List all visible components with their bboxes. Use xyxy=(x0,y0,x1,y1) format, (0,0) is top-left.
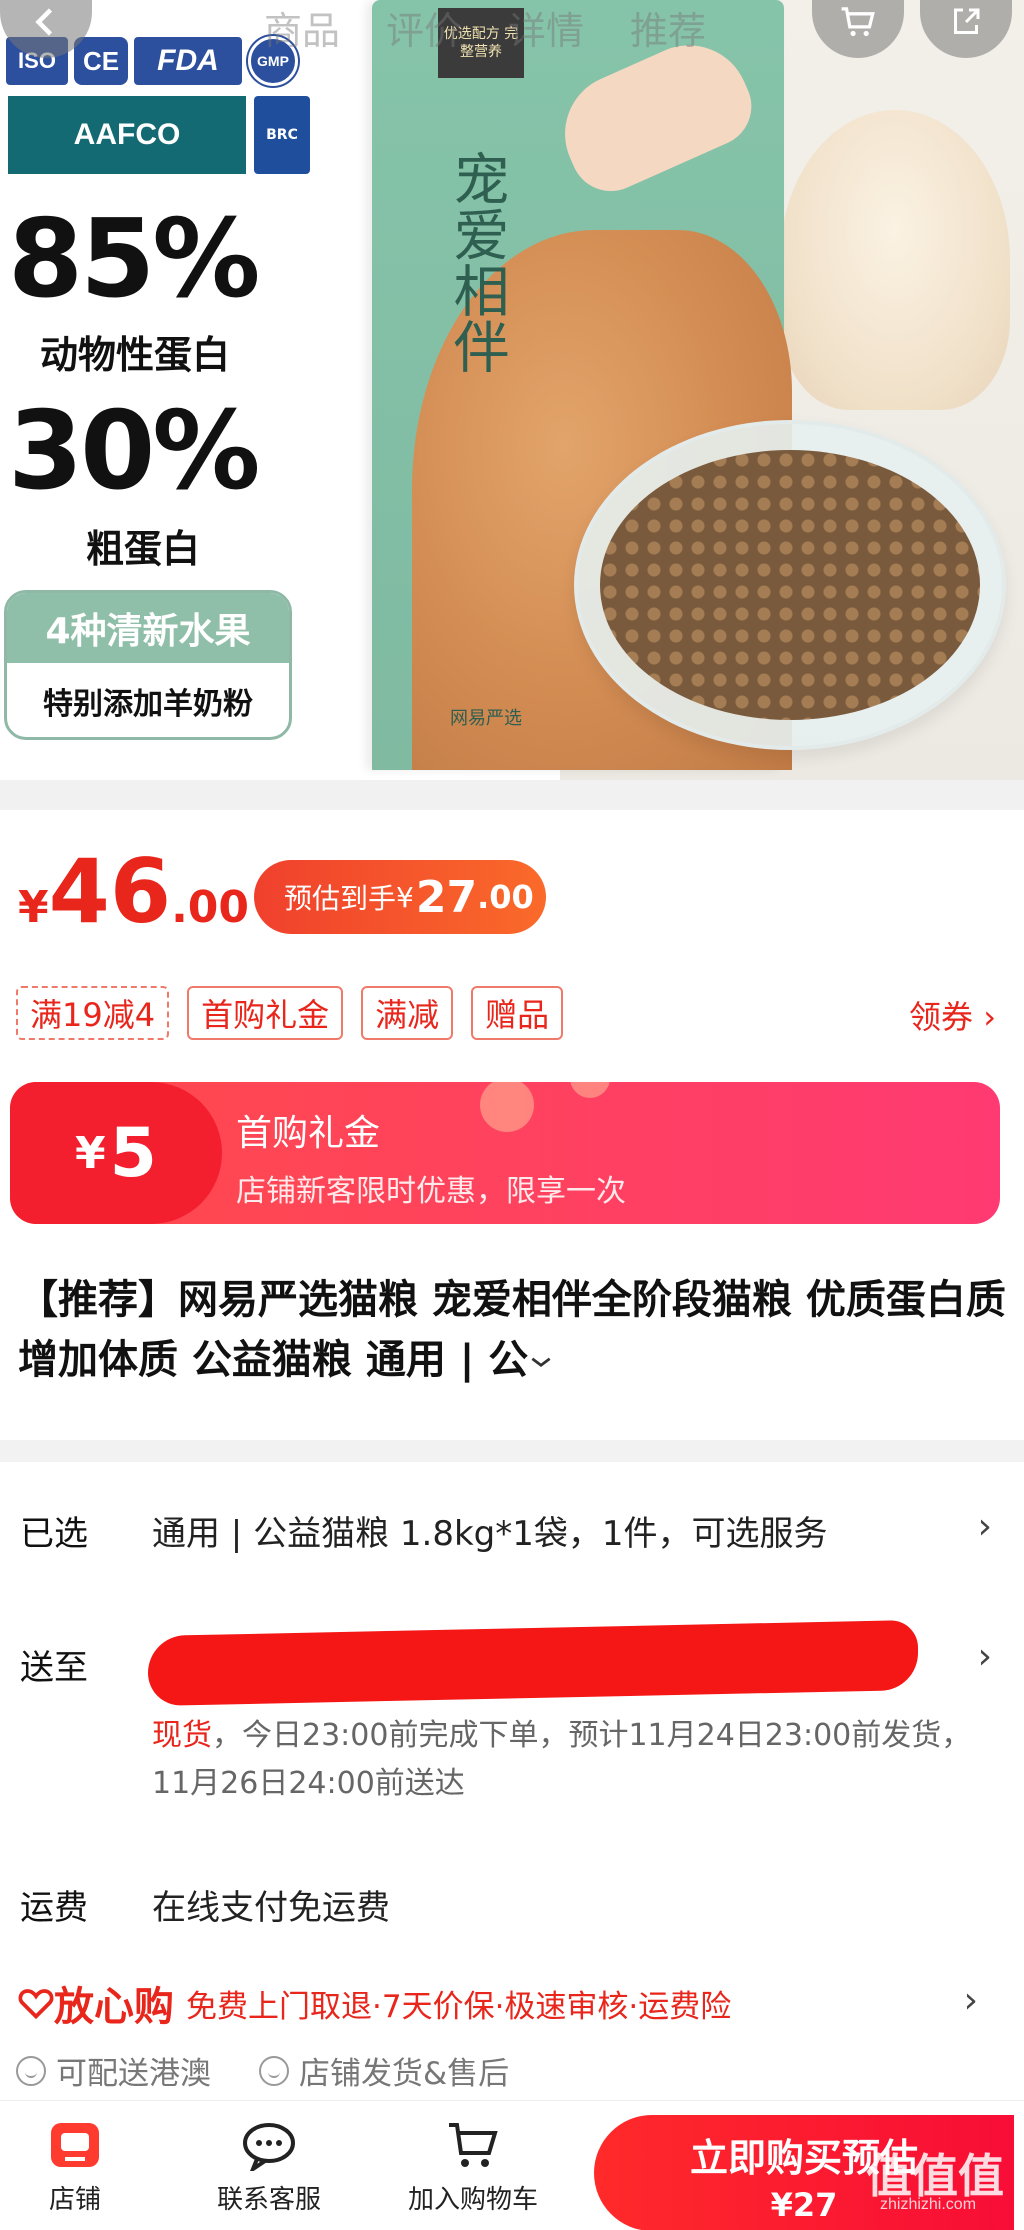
kibble-illustration xyxy=(600,450,980,720)
estimated-price-integer: 27 xyxy=(415,871,478,923)
bag-brand: 网易严选 xyxy=(450,708,522,729)
gift-amount-block: ¥ 5 xyxy=(10,1082,222,1224)
gift-title: 首购礼金 xyxy=(236,1113,381,1154)
estimated-price-currency: ¥ xyxy=(396,880,414,914)
price-decimal: .00 xyxy=(171,882,250,933)
chevron-right-icon: › xyxy=(963,1980,978,2021)
chevron-left-icon xyxy=(35,8,53,36)
fruit-feature-box: 4种清新水果 特别添加羊奶粉 xyxy=(4,590,292,740)
product-title: 【推荐】网易严选猫粮 宠爱相伴全阶段猫粮 优质蛋白质 增加体质 公益猫粮 通用 … xyxy=(18,1277,1006,1383)
assurance-logo: 放心购 xyxy=(18,1974,174,2032)
gift-subtitle: 店铺新客限时优惠，限享一次 xyxy=(236,1174,626,1209)
freight-label: 运费 xyxy=(20,1888,88,1928)
product-hero-image[interactable]: ISO CE FDA GMP AAFCO BRC 85% 动物性蛋白 30% 粗… xyxy=(0,0,1024,810)
brc-badge: BRC xyxy=(254,96,310,174)
tab-recommend[interactable]: 推荐 xyxy=(630,0,706,55)
assurance-text: 免费上门取退·7天价保·极速审核·运费险 xyxy=(186,1988,732,2025)
nav-tabs: 商品 评价 详情 推荐 xyxy=(264,0,706,55)
price-currency: ¥ xyxy=(18,882,49,933)
shop-button[interactable]: 店铺 xyxy=(0,2119,150,2216)
freight-row: 运费 在线支付免运费 xyxy=(0,1880,1024,1940)
freight-value: 在线支付免运费 xyxy=(152,1888,390,1928)
aafco-badge: AAFCO xyxy=(8,96,246,174)
cart-icon xyxy=(449,2123,498,2167)
certification-badges-row2: AAFCO BRC xyxy=(8,96,310,174)
customer-service-button[interactable]: 联系客服 xyxy=(194,2119,344,2216)
stat-animal-protein-value: 85% xyxy=(8,197,261,322)
promo-tag-gift[interactable]: 赠品 xyxy=(471,986,564,1040)
fruit-feature-title: 4种清新水果 xyxy=(7,593,289,663)
estimated-price-label: 预估到手 xyxy=(284,882,397,915)
gift-amount: 5 xyxy=(109,1113,157,1193)
shop-label: 店铺 xyxy=(48,2185,101,2215)
heart-icon xyxy=(18,1989,54,2020)
shipping-estimate-text: ，今日23:00前完成下单，预计11月24日23:00前发货，11月26日24:… xyxy=(152,1718,972,1801)
ship-to-label: 送至 xyxy=(20,1648,88,1688)
cart-icon xyxy=(841,7,875,37)
chevron-down-icon[interactable] xyxy=(528,1352,554,1372)
stat-animal-protein-label: 动物性蛋白 xyxy=(40,333,231,377)
extra-hk-macau: 可配送港澳 xyxy=(16,2048,211,2093)
site-watermark-url: zhizhizhi.com xyxy=(880,2196,977,2213)
selected-label: 已选 xyxy=(20,1514,88,1554)
selected-value: 通用 | 公益猫粮 1.8kg*1袋，1件，可选服务 xyxy=(152,1514,828,1554)
customer-service-label: 联系客服 xyxy=(216,2185,321,2215)
cart-button[interactable] xyxy=(812,0,904,58)
fruit-feature-subtitle: 特别添加羊奶粉 xyxy=(43,687,253,722)
chevron-right-icon: › xyxy=(977,1506,992,1547)
chat-icon xyxy=(243,2123,295,2171)
promo-tag-discount[interactable]: 满19减4 xyxy=(16,986,170,1040)
assurance-logo-text: 放心购 xyxy=(54,1984,174,2030)
stat-crude-protein-value: 30% xyxy=(8,389,261,514)
add-to-cart-button[interactable]: 加入购物车 xyxy=(398,2119,548,2216)
tab-details[interactable]: 详情 xyxy=(508,0,584,55)
section-divider xyxy=(0,1440,1024,1462)
estimated-price-decimal: .00 xyxy=(477,878,534,916)
top-navigation: 商品 评价 详情 推荐 xyxy=(0,0,1024,60)
gift-decoration xyxy=(570,1082,610,1098)
back-button[interactable] xyxy=(0,0,92,58)
hero-bottom-band xyxy=(0,780,1024,810)
selected-spec-row[interactable]: 已选 通用 | 公益猫粮 1.8kg*1袋，1件，可选服务 › xyxy=(0,1506,1024,1586)
service-extras: 可配送港澳 店铺发货&售后 xyxy=(16,2048,509,2093)
share-icon xyxy=(954,8,980,34)
gift-currency: ¥ xyxy=(75,1127,106,1179)
first-purchase-gift-card[interactable]: ¥ 5 首购礼金 店铺新客限时优惠，限享一次 xyxy=(10,1082,1000,1224)
get-coupon-link[interactable]: 领券 › xyxy=(909,992,996,1038)
add-to-cart-label: 加入购物车 xyxy=(407,2185,538,2215)
smile-icon xyxy=(259,2055,289,2086)
white-cat-illustration xyxy=(780,110,1010,410)
share-button[interactable] xyxy=(920,0,1012,58)
extra-store-shipping: 店铺发货&售后 xyxy=(259,2048,509,2093)
gift-decoration xyxy=(480,1082,534,1132)
smile-icon xyxy=(16,2055,46,2086)
promo-tag-first-gift[interactable]: 首购礼金 xyxy=(187,986,344,1040)
bag-title: 宠爱相伴 xyxy=(444,150,509,374)
tab-reviews[interactable]: 评价 xyxy=(386,0,462,55)
promo-tag-full-reduction[interactable]: 满减 xyxy=(361,986,454,1040)
shop-icon xyxy=(51,2123,99,2167)
tab-product[interactable]: 商品 xyxy=(264,0,340,55)
shipping-estimate: 现货，今日23:00前完成下单，预计11月24日23:00前发货，11月26日2… xyxy=(152,1712,982,1808)
in-stock-label: 现货 xyxy=(152,1718,212,1753)
stat-crude-protein-label: 粗蛋白 xyxy=(86,527,201,571)
price: ¥ 46 .00 xyxy=(18,848,249,936)
promo-tags: 满19减4 首购礼金 满减 赠品 xyxy=(16,986,564,1040)
estimated-price-badge: 预估到手 ¥ 27 .00 xyxy=(254,860,546,934)
price-integer: 46 xyxy=(48,840,172,943)
assurance-row[interactable]: 放心购 免费上门取退·7天价保·极速审核·运费险 › xyxy=(18,1976,1018,2030)
chevron-right-icon: › xyxy=(977,1636,992,1677)
